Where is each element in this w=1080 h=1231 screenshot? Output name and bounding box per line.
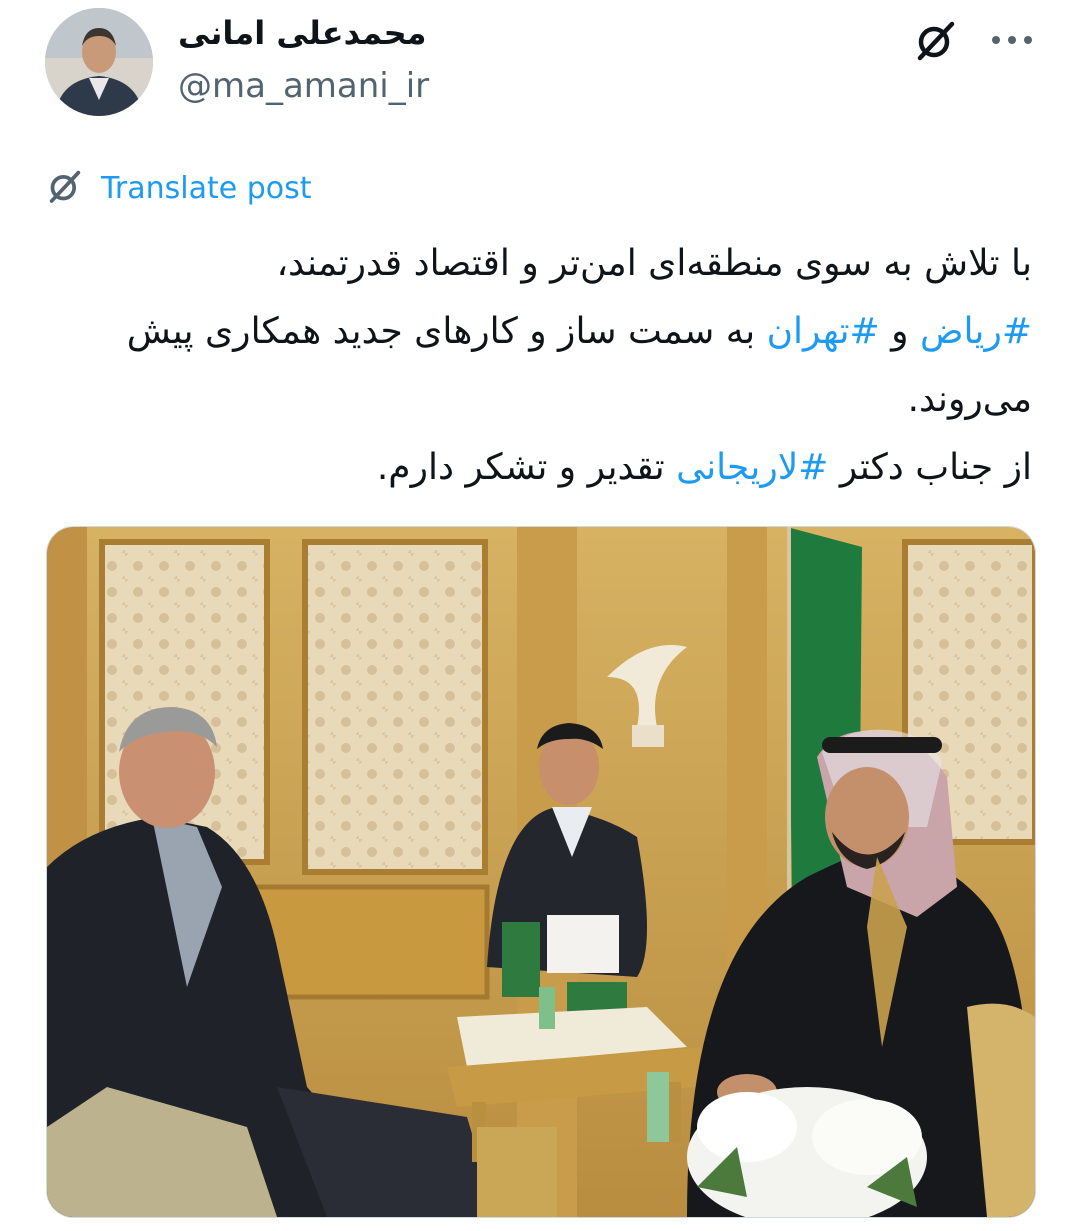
post-line-3: از جناب دکتر #لاریجانی تقدیر و تشکر دارم… bbox=[42, 434, 1032, 502]
post-line-2: #ریاض و #تهران به سمت ساز و کارهای جدید … bbox=[42, 298, 1032, 434]
author-avatar[interactable] bbox=[45, 8, 153, 116]
post-text-segment: از جناب دکتر bbox=[828, 447, 1032, 488]
more-options-icon[interactable] bbox=[984, 20, 1040, 60]
translate-post-label: Translate post bbox=[101, 170, 312, 206]
author-name[interactable]: محمدعلی امانی bbox=[178, 14, 426, 52]
tweet: محمدعلی امانی @ma_amani_ir Translate pos… bbox=[0, 0, 1080, 1231]
grok-icon[interactable] bbox=[912, 16, 960, 64]
hashtag-riyadh[interactable]: #ریاض bbox=[920, 311, 1032, 352]
post-text-segment: و bbox=[879, 311, 920, 352]
hashtag-tehran[interactable]: #تهران bbox=[767, 311, 880, 352]
hashtag-larijani[interactable]: #لاریجانی bbox=[676, 447, 828, 488]
translate-post-button[interactable]: Translate post bbox=[45, 166, 312, 210]
post-text-segment: تقدیر و تشکر دارم. bbox=[376, 447, 677, 488]
post-text: با تلاش به سوی منطقه‌ای امن‌تر و اقتصاد … bbox=[42, 230, 1032, 502]
post-line-1: با تلاش به سوی منطقه‌ای امن‌تر و اقتصاد … bbox=[276, 243, 1032, 284]
post-photo[interactable] bbox=[46, 526, 1036, 1218]
grok-icon bbox=[45, 166, 85, 210]
author-handle[interactable]: @ma_amani_ir bbox=[178, 66, 429, 106]
